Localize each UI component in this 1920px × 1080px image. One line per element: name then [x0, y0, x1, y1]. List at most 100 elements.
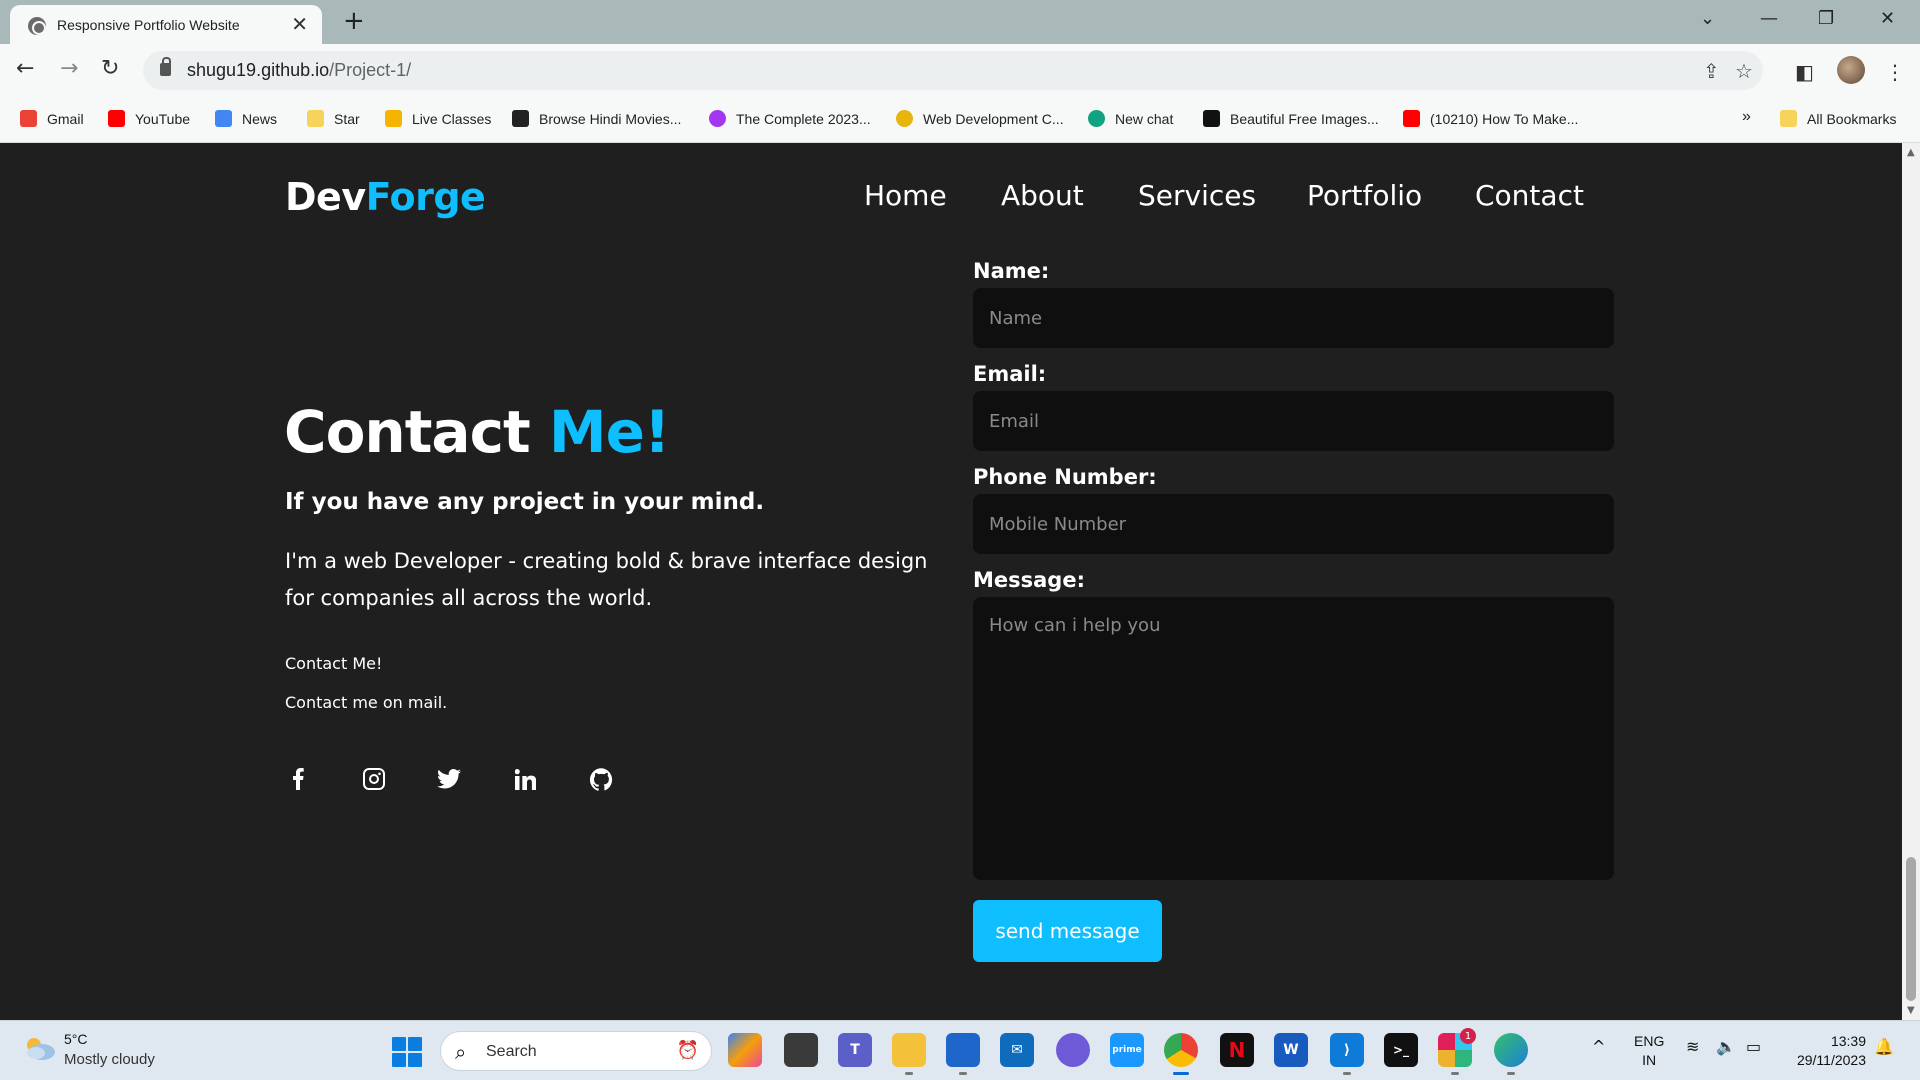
youtube-icon — [1403, 110, 1420, 127]
forward-button[interactable]: → — [60, 56, 78, 81]
language-indicator[interactable]: ENG IN — [1634, 1032, 1664, 1070]
vscode-app-icon[interactable]: ⟩ — [1330, 1033, 1364, 1075]
url-text[interactable]: shugu19.github.io/Project-1/ — [187, 60, 411, 81]
terminal-app-icon[interactable]: >_ — [1384, 1033, 1418, 1067]
chrome-app-icon[interactable] — [1164, 1033, 1198, 1075]
side-panel-icon[interactable]: ◧ — [1795, 60, 1814, 84]
windows-logo-tile — [392, 1037, 406, 1051]
bookmark-hindi-movies[interactable]: Browse Hindi Movies... — [512, 110, 681, 127]
address-toolbar: ← → ↻ shugu19.github.io/Project-1/ ⇪ ☆ ◧… — [0, 44, 1920, 96]
teams-app-icon[interactable]: T — [838, 1033, 872, 1067]
share-icon[interactable]: ⇪ — [1703, 59, 1720, 83]
subheading: If you have any project in your mind. — [285, 489, 765, 515]
file-explorer-icon[interactable] — [892, 1033, 926, 1075]
bookmark-new-chat[interactable]: New chat — [1088, 110, 1173, 127]
tab-search-icon[interactable]: ⌄ — [1700, 8, 1715, 29]
task-view-icon[interactable] — [784, 1033, 818, 1067]
volume-icon[interactable]: 🔈 — [1716, 1037, 1736, 1056]
battery-icon[interactable]: ▭ — [1746, 1037, 1761, 1056]
intro-text: I'm a web Developer - creating bold & br… — [285, 549, 928, 610]
copilot-app-icon[interactable] — [728, 1033, 762, 1067]
bookmark-complete-2023[interactable]: The Complete 2023... — [709, 110, 871, 127]
restore-button[interactable]: ❐ — [1818, 8, 1834, 29]
bookmark-web-development[interactable]: Web Development C... — [896, 110, 1064, 127]
all-bookmarks[interactable]: All Bookmarks — [1780, 110, 1896, 127]
udemy-icon — [709, 110, 726, 127]
search-placeholder: Search — [486, 1043, 537, 1060]
folder-icon — [307, 110, 324, 127]
github-icon[interactable] — [587, 765, 615, 793]
live-classes-icon — [385, 110, 402, 127]
address-bar[interactable]: shugu19.github.io/Project-1/ ⇪ ☆ — [143, 51, 1763, 90]
name-input[interactable] — [973, 288, 1614, 348]
microsoft-store-icon[interactable] — [946, 1033, 980, 1075]
slack-notification-badge: 1 — [1460, 1028, 1476, 1044]
show-hidden-icons-chevron-icon[interactable]: ^ — [1592, 1037, 1605, 1056]
email-label: Email: — [973, 362, 1047, 386]
close-window-button[interactable]: ✕ — [1880, 8, 1895, 29]
menu-icon[interactable]: ⋮ — [1885, 60, 1905, 84]
page-scrollbar[interactable]: ▲ ▼ — [1902, 143, 1920, 1020]
facebook-icon[interactable] — [284, 765, 312, 793]
send-message-button[interactable]: send message — [973, 900, 1162, 962]
nav-about[interactable]: About — [1001, 179, 1084, 212]
nav-services[interactable]: Services — [1138, 179, 1256, 212]
browser-tab[interactable]: Responsive Portfolio Website ✕ — [10, 5, 322, 44]
more-bookmarks-button[interactable]: » — [1742, 108, 1751, 126]
prime-video-icon[interactable]: prime — [1110, 1033, 1144, 1067]
windows-taskbar: 5°C Mostly cloudy ⌕ Search ⏰ T ✉ prime N… — [0, 1020, 1920, 1080]
scroll-up-arrow-icon[interactable]: ▲ — [1907, 147, 1915, 158]
contact-mail-line: Contact me on mail. — [285, 693, 448, 712]
page-title: Contact Me! — [284, 398, 670, 466]
nav-home[interactable]: Home — [864, 179, 947, 212]
edge-app-icon[interactable] — [1494, 1033, 1528, 1075]
phone-input[interactable] — [973, 494, 1614, 554]
notification-bell-icon[interactable]: 🔔 — [1874, 1037, 1894, 1056]
twitter-icon[interactable] — [435, 765, 463, 793]
bookmark-live-classes[interactable]: Live Classes — [385, 110, 491, 127]
unsplash-icon — [1203, 110, 1220, 127]
message-textarea[interactable] — [973, 597, 1614, 880]
close-tab-icon[interactable]: ✕ — [291, 14, 308, 34]
word-app-icon[interactable]: W — [1274, 1033, 1308, 1067]
instagram-icon[interactable] — [360, 765, 388, 793]
bookmark-star-icon[interactable]: ☆ — [1735, 59, 1753, 83]
browser-tab-bar: Responsive Portfolio Website ✕ + ⌄ — ❐ ✕ — [0, 0, 1920, 44]
cloudy-weather-icon[interactable] — [22, 1035, 56, 1061]
slack-app-icon[interactable]: 1 — [1438, 1028, 1476, 1075]
bookmark-news[interactable]: News — [215, 110, 277, 127]
taskbar-search[interactable]: ⌕ Search ⏰ — [440, 1031, 712, 1071]
bookmark-free-images[interactable]: Beautiful Free Images... — [1203, 110, 1379, 127]
email-input[interactable] — [973, 391, 1614, 451]
photos-app-icon[interactable] — [1056, 1033, 1090, 1067]
site-logo[interactable]: DevForge — [285, 175, 486, 219]
bookmark-how-to-make[interactable]: (10210) How To Make... — [1403, 110, 1578, 127]
bookmark-youtube[interactable]: YouTube — [108, 110, 190, 127]
profile-avatar[interactable] — [1837, 56, 1865, 84]
nav-contact[interactable]: Contact — [1475, 179, 1584, 212]
minimize-button[interactable]: — — [1760, 8, 1778, 29]
scrollbar-thumb[interactable] — [1906, 857, 1916, 1001]
lock-icon[interactable] — [160, 57, 171, 76]
back-button[interactable]: ← — [16, 56, 34, 81]
wifi-icon[interactable]: ≋ — [1686, 1037, 1699, 1056]
movies-icon — [512, 110, 529, 127]
system-clock[interactable]: 13:39 29/11/2023 — [1786, 1032, 1866, 1070]
nav-portfolio[interactable]: Portfolio — [1307, 179, 1422, 212]
start-button[interactable] — [392, 1037, 422, 1067]
contact-line: Contact Me! — [285, 654, 383, 673]
weather-temperature[interactable]: 5°C — [64, 1031, 88, 1047]
chatgpt-icon — [1088, 110, 1105, 127]
scroll-down-arrow-icon[interactable]: ▼ — [1907, 1005, 1915, 1016]
web-dev-icon — [896, 110, 913, 127]
bookmark-star[interactable]: Star — [307, 110, 360, 127]
mail-app-icon[interactable]: ✉ — [1000, 1033, 1034, 1067]
reload-button[interactable]: ↻ — [101, 56, 119, 81]
folder-icon — [1780, 110, 1797, 127]
weather-description[interactable]: Mostly cloudy — [64, 1051, 155, 1068]
linkedin-icon[interactable] — [511, 765, 539, 793]
bookmark-gmail[interactable]: Gmail — [20, 110, 84, 127]
new-tab-button[interactable]: + — [343, 6, 365, 36]
netflix-app-icon[interactable]: N — [1220, 1033, 1254, 1067]
search-icon: ⌕ — [455, 1040, 467, 1064]
